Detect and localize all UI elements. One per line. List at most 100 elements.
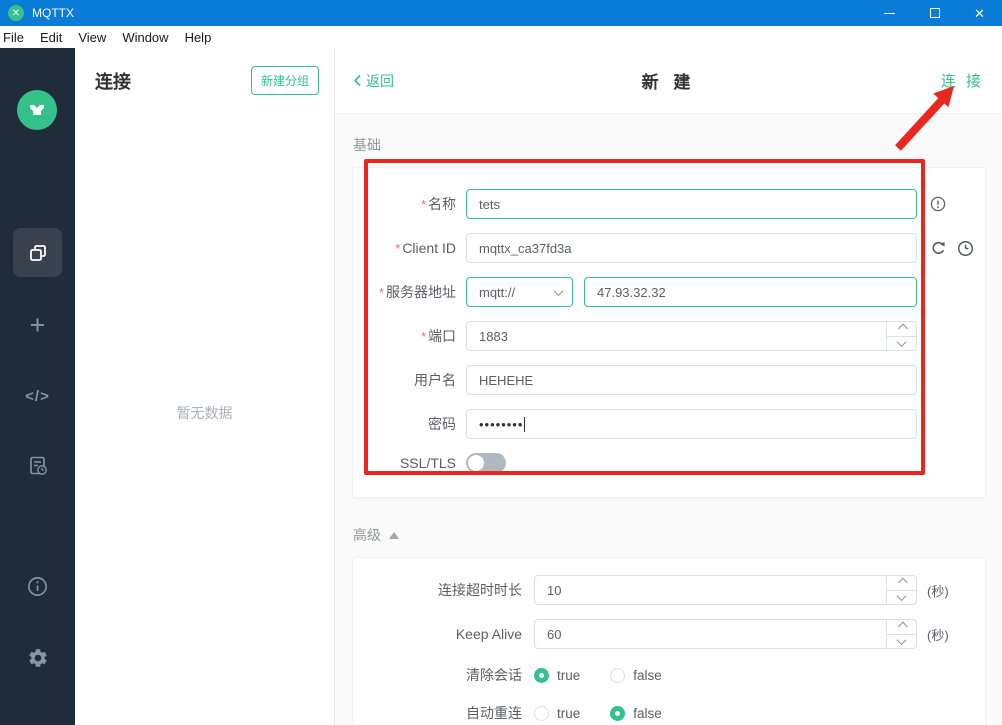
required-mark: * — [395, 241, 400, 256]
connections-title: 连接 — [95, 68, 131, 94]
menu-file[interactable]: File — [0, 30, 32, 45]
chevron-down-icon — [554, 286, 564, 296]
sidebar-item-settings[interactable] — [0, 647, 75, 674]
protocol-select[interactable]: mqtt:// — [466, 277, 573, 307]
auto-reconnect-true-radio[interactable]: true — [534, 706, 580, 721]
port-row: *端口 — [353, 321, 985, 351]
ssl-row: SSL/TLS — [353, 453, 985, 473]
minimize-button[interactable] — [867, 0, 912, 26]
advanced-form-card: 连接超时时长 (秒) Keep Alive — [352, 557, 986, 725]
main-header: 返回 新 建 连 接 — [335, 48, 1002, 114]
menu-help[interactable]: Help — [177, 30, 220, 45]
close-button[interactable]: ✕ — [957, 0, 1002, 26]
chevron-down-icon — [897, 337, 907, 347]
log-document-icon — [26, 454, 50, 478]
ssl-toggle[interactable] — [466, 453, 506, 473]
form-content: 基础 *名称 — [335, 114, 1002, 725]
menu-bar: File Edit View Window Help — [0, 26, 1002, 48]
password-row: 密码 •••••••• — [353, 409, 985, 439]
warning-info-icon[interactable] — [930, 196, 946, 212]
password-input[interactable]: •••••••• — [466, 409, 917, 439]
auto-reconnect-false-radio[interactable]: false — [610, 706, 662, 721]
auto-reconnect-label: 自动重连 — [353, 703, 522, 723]
timeout-decrease-button[interactable] — [887, 590, 916, 605]
timeout-input[interactable] — [534, 575, 917, 605]
keepalive-decrease-button[interactable] — [887, 634, 916, 649]
radio-unchecked-icon — [610, 668, 625, 683]
sidebar-item-connections[interactable] — [13, 228, 62, 277]
client-id-input[interactable] — [466, 233, 917, 263]
port-input[interactable] — [466, 321, 917, 351]
sidebar-item-new-connection[interactable]: + — [0, 310, 75, 340]
collapse-triangle-icon[interactable] — [389, 532, 399, 539]
chevron-down-icon — [897, 635, 907, 645]
chevron-up-icon — [898, 622, 908, 632]
code-icon: </> — [25, 388, 50, 405]
username-label: 用户名 — [353, 370, 456, 390]
connect-button[interactable]: 连 接 — [941, 70, 984, 91]
main-area: 返回 新 建 连 接 基础 *名称 — [335, 48, 1002, 725]
clean-session-true-radio[interactable]: true — [534, 668, 580, 683]
host-input[interactable] — [584, 277, 917, 307]
advanced-section-label: 高级 — [353, 525, 986, 545]
ssl-label: SSL/TLS — [353, 455, 456, 471]
sidebar-item-script[interactable]: </> — [0, 385, 75, 409]
name-row: *名称 — [353, 189, 985, 219]
host-row: *服务器地址 mqtt:// — [353, 277, 985, 307]
radio-checked-icon — [534, 668, 549, 683]
username-input[interactable] — [466, 365, 917, 395]
host-label: 服务器地址 — [386, 284, 456, 300]
title-bar: ✕ MQTTX ✕ — [0, 0, 1002, 26]
menu-view[interactable]: View — [70, 30, 114, 45]
required-mark: * — [421, 197, 426, 212]
text-cursor — [524, 417, 525, 432]
timeout-row: 连接超时时长 (秒) — [353, 575, 985, 605]
timeout-label: 连接超时时长 — [353, 580, 522, 600]
name-label: 名称 — [428, 196, 456, 212]
password-label: 密码 — [353, 414, 456, 434]
radio-checked-icon — [610, 706, 625, 721]
password-masked-value: •••••••• — [479, 417, 523, 432]
menu-edit[interactable]: Edit — [32, 30, 70, 45]
app-logo-icon: ✕ — [8, 5, 24, 21]
keepalive-increase-button[interactable] — [887, 620, 916, 634]
empty-data-text: 暂无数据 — [75, 403, 334, 423]
maximize-button[interactable] — [912, 0, 957, 26]
port-increase-button[interactable] — [887, 322, 916, 336]
username-row: 用户名 — [353, 365, 985, 395]
timeout-increase-button[interactable] — [887, 576, 916, 590]
sidebar-item-about[interactable] — [0, 575, 75, 603]
basic-section-label: 基础 — [353, 135, 986, 155]
mqttx-logo-icon — [17, 90, 57, 130]
radio-unchecked-icon — [534, 706, 549, 721]
clean-session-false-radio[interactable]: false — [610, 668, 662, 683]
keepalive-row: Keep Alive (秒) — [353, 619, 985, 649]
chevron-down-icon — [897, 591, 907, 601]
keepalive-input[interactable] — [534, 619, 917, 649]
sidebar-item-log[interactable] — [0, 454, 75, 483]
chevron-up-icon — [898, 578, 908, 588]
required-mark: * — [421, 329, 426, 344]
menu-window[interactable]: Window — [114, 30, 176, 45]
clean-session-label: 清除会话 — [353, 665, 522, 685]
name-input[interactable] — [466, 189, 917, 219]
maximize-icon — [930, 8, 940, 18]
back-link[interactable]: 返回 — [353, 71, 394, 91]
minimize-icon — [884, 13, 895, 14]
info-icon — [26, 575, 49, 598]
plus-icon: + — [30, 310, 46, 340]
sidebar: + </> — [0, 48, 75, 725]
connections-panel: 连接 新建分组 暂无数据 — [75, 48, 335, 725]
new-group-button[interactable]: 新建分组 — [251, 66, 319, 95]
refresh-icon[interactable] — [930, 240, 947, 257]
window-title: MQTTX — [32, 6, 74, 20]
keepalive-label: Keep Alive — [353, 626, 522, 642]
page-title: 新 建 — [642, 68, 696, 93]
chevron-up-icon — [898, 324, 908, 334]
connections-icon — [26, 241, 50, 265]
port-label: 端口 — [428, 328, 456, 344]
port-decrease-button[interactable] — [887, 336, 916, 351]
basic-form-card: *名称 *Client ID — [352, 167, 986, 498]
history-clock-icon[interactable] — [957, 240, 974, 257]
toggle-knob — [468, 455, 484, 471]
